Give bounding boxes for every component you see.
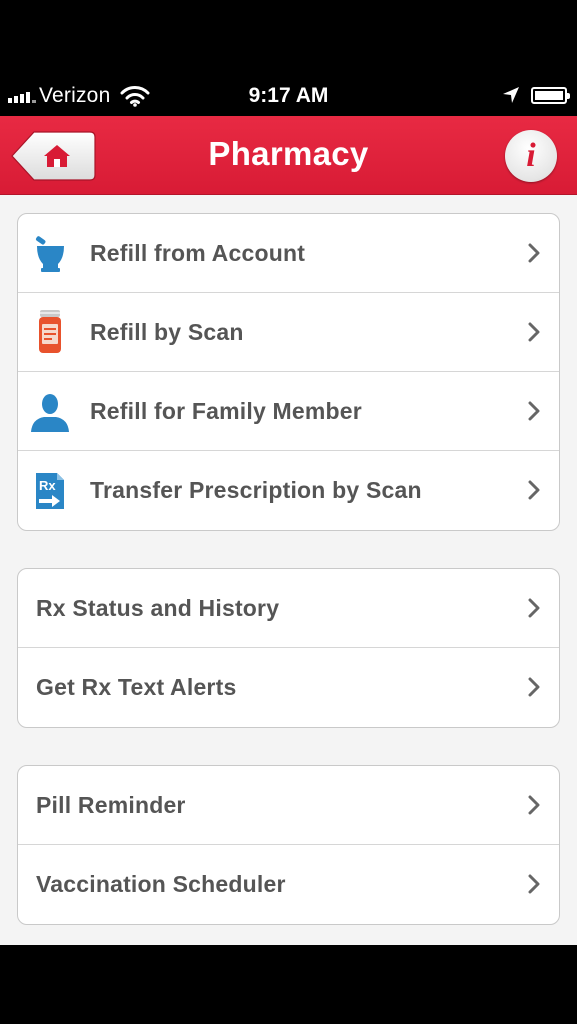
- chevron-right-icon: [528, 677, 540, 697]
- menu-group-rx: Rx Status and History Get Rx Text Alerts: [17, 568, 560, 728]
- chevron-right-icon: [528, 322, 540, 342]
- location-arrow-icon: [503, 87, 519, 103]
- menu-content: Refill from Account Refill by Scan Refil…: [0, 195, 577, 945]
- status-time: 9:17 AM: [248, 84, 329, 107]
- nav-bar: Pharmacy i: [0, 116, 577, 195]
- menu-item-refill-from-account[interactable]: Refill from Account: [18, 214, 559, 293]
- person-icon: [31, 394, 69, 432]
- menu-item-pill-reminder[interactable]: Pill Reminder: [18, 766, 559, 845]
- info-button[interactable]: i: [505, 130, 557, 182]
- menu-item-transfer-prescription[interactable]: Rx Transfer Prescription by Scan: [18, 451, 559, 530]
- chevron-right-icon: [528, 598, 540, 618]
- menu-item-label: Get Rx Text Alerts: [36, 674, 237, 700]
- mortar-pestle-icon: [35, 236, 64, 272]
- chevron-right-icon: [528, 243, 540, 263]
- chevron-right-icon: [528, 480, 540, 500]
- battery-icon: [531, 86, 570, 104]
- menu-item-refill-family-member[interactable]: Refill for Family Member: [18, 372, 559, 451]
- menu-item-label: Refill by Scan: [90, 318, 244, 345]
- menu-item-label: Vaccination Scheduler: [36, 871, 286, 897]
- rx-transfer-icon: Rx: [36, 473, 64, 509]
- menu-item-label: Rx Status and History: [36, 594, 280, 621]
- menu-item-label: Transfer Prescription by Scan: [90, 477, 422, 503]
- status-bar: Verizon 9:17 AM: [0, 78, 577, 116]
- menu-item-rx-status-history[interactable]: Rx Status and History: [18, 569, 559, 648]
- battery-level: [535, 90, 563, 100]
- pill-bottle-icon: [39, 310, 61, 353]
- chevron-right-icon: [528, 874, 540, 894]
- chevron-right-icon: [528, 401, 540, 421]
- menu-item-label: Refill from Account: [90, 239, 306, 266]
- menu-item-label: Refill for Family Member: [90, 397, 362, 424]
- menu-item-refill-by-scan[interactable]: Refill by Scan: [18, 293, 559, 372]
- menu-item-vaccination-scheduler[interactable]: Vaccination Scheduler: [18, 845, 559, 924]
- info-icon: i: [526, 137, 536, 174]
- page-title: Pharmacy: [208, 135, 369, 172]
- menu-group-reminders: Pill Reminder Vaccination Scheduler: [17, 765, 560, 925]
- chevron-right-icon: [528, 795, 540, 815]
- menu-group-refill: Refill from Account Refill by Scan Refil…: [17, 213, 560, 531]
- svg-text:Rx: Rx: [39, 478, 56, 493]
- status-right: [501, 85, 570, 105]
- menu-item-label: Pill Reminder: [36, 791, 186, 818]
- menu-item-rx-text-alerts[interactable]: Get Rx Text Alerts: [18, 648, 559, 727]
